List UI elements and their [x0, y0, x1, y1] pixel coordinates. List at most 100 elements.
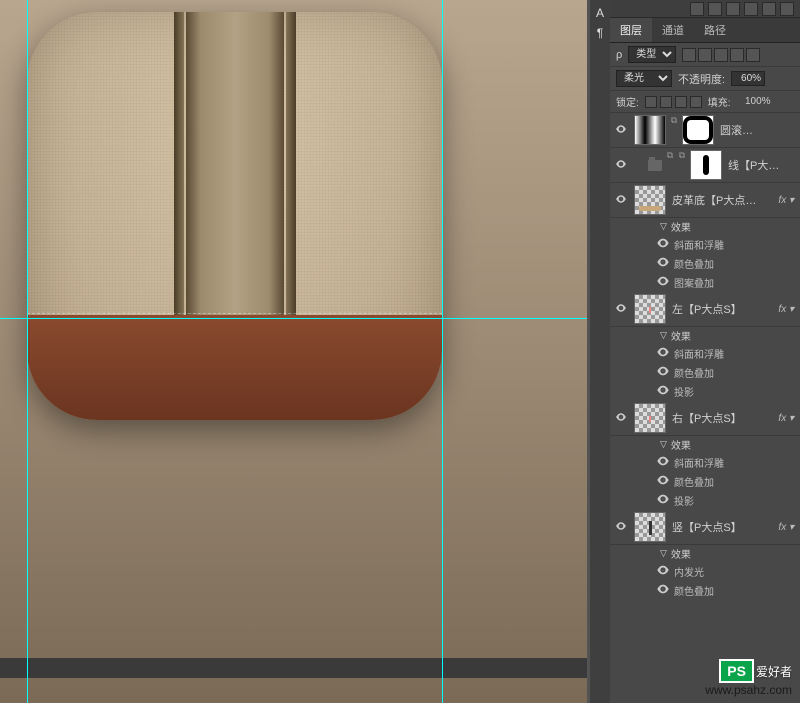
- layer-name[interactable]: 竖【P大点S】: [670, 519, 774, 535]
- canvas[interactable]: [0, 0, 587, 703]
- paragraph-icon[interactable]: ¶: [597, 26, 603, 40]
- fx-item[interactable]: 颜色叠加: [674, 583, 714, 598]
- filter-pixel-icon[interactable]: [682, 48, 696, 62]
- visibility-icon[interactable]: [615, 520, 627, 532]
- filter-shape-icon[interactable]: [730, 48, 744, 62]
- layer-name[interactable]: 右【P大点S】: [670, 410, 774, 426]
- guide-vertical-right[interactable]: [442, 0, 443, 703]
- adjust-icon[interactable]: [744, 2, 758, 16]
- visibility-icon[interactable]: [656, 274, 670, 288]
- right-panel: 图层 通道 路径 ρ 类型 柔光 不透明度: 60% 锁: [610, 0, 800, 703]
- layer-name[interactable]: 左【P大点S】: [670, 301, 774, 317]
- fill-value[interactable]: 100%: [737, 96, 771, 107]
- visibility-icon[interactable]: [656, 383, 670, 397]
- link-icon: ⧉: [678, 150, 686, 180]
- visibility-icon[interactable]: [656, 582, 670, 596]
- visibility-icon[interactable]: [656, 563, 670, 577]
- visibility-icon[interactable]: [656, 364, 670, 378]
- layer-row[interactable]: 右【P大点S】 fx ▾: [610, 401, 800, 436]
- visibility-icon[interactable]: [615, 123, 627, 135]
- opacity-label: 不透明度:: [678, 71, 725, 87]
- lock-transparent-icon[interactable]: [645, 96, 657, 108]
- layer-row[interactable]: 左【P大点S】 fx ▾: [610, 292, 800, 327]
- fx-item[interactable]: 内发光: [674, 564, 704, 579]
- lock-all-icon[interactable]: [690, 96, 702, 108]
- visibility-icon[interactable]: [615, 158, 627, 170]
- fx-item[interactable]: 斜面和浮雕: [674, 455, 724, 470]
- visibility-icon[interactable]: [656, 236, 670, 250]
- visibility-icon[interactable]: [656, 255, 670, 269]
- fx-badge[interactable]: fx ▾: [778, 304, 798, 315]
- visibility-icon[interactable]: [656, 345, 670, 359]
- adjust-icon[interactable]: [690, 2, 704, 16]
- search-icon[interactable]: ρ: [616, 49, 622, 61]
- layer-name[interactable]: 皮革底【P大点…: [670, 192, 774, 208]
- layer-row[interactable]: 皮革底【P大点… fx ▾: [610, 183, 800, 218]
- fx-item[interactable]: 投影: [674, 493, 694, 508]
- visibility-icon[interactable]: [615, 302, 627, 314]
- tab-paths[interactable]: 路径: [694, 18, 736, 42]
- artwork-icon: [27, 12, 442, 420]
- fx-item[interactable]: 颜色叠加: [674, 474, 714, 489]
- lock-pixels-icon[interactable]: [660, 96, 672, 108]
- guide-horizontal[interactable]: [0, 318, 587, 319]
- lock-label: 锁定:: [616, 94, 639, 109]
- layer-row[interactable]: 竖【P大点S】 fx ▾: [610, 510, 800, 545]
- panel-tabs: 图层 通道 路径: [610, 18, 800, 43]
- artwork-leather: [27, 315, 442, 420]
- fx-item[interactable]: 颜色叠加: [674, 256, 714, 271]
- layer-thumb[interactable]: [634, 294, 666, 324]
- layer-name[interactable]: 线【P大…: [726, 157, 798, 173]
- options-strip: A ¶: [590, 0, 610, 703]
- adjust-icon[interactable]: [726, 2, 740, 16]
- filter-smart-icon[interactable]: [746, 48, 760, 62]
- adjust-icon[interactable]: [780, 2, 794, 16]
- fx-item[interactable]: 斜面和浮雕: [674, 346, 724, 361]
- adjust-icon[interactable]: [708, 2, 722, 16]
- layer-row[interactable]: ⧉ 圆滚…: [610, 113, 800, 148]
- layer-thumb[interactable]: [634, 403, 666, 433]
- filter-type-icon[interactable]: [714, 48, 728, 62]
- adjust-icon[interactable]: [762, 2, 776, 16]
- fx-header[interactable]: 效果: [671, 219, 691, 234]
- fx-header[interactable]: 效果: [671, 546, 691, 561]
- adjustments-bar: [610, 0, 800, 18]
- layers-list[interactable]: ⧉圆滚…⧉⧉线【P大…皮革底【P大点…fx ▾▽效果斜面和浮雕颜色叠加图案叠加左…: [610, 113, 800, 703]
- blend-row: 柔光 不透明度: 60%: [610, 67, 800, 91]
- watermark: PS 爱好者 www.psahz.com: [705, 659, 792, 697]
- tab-channels[interactable]: 通道: [652, 18, 694, 42]
- visibility-icon[interactable]: [656, 492, 670, 506]
- artwork-spine: [186, 12, 284, 317]
- tab-layers[interactable]: 图层: [610, 18, 652, 42]
- layer-thumb[interactable]: [634, 512, 666, 542]
- layer-thumb[interactable]: [634, 185, 666, 215]
- visibility-icon[interactable]: [615, 411, 627, 423]
- fx-header[interactable]: 效果: [671, 328, 691, 343]
- link-icon: ⧉: [670, 115, 678, 145]
- fx-item[interactable]: 投影: [674, 384, 694, 399]
- fx-item[interactable]: 颜色叠加: [674, 365, 714, 380]
- filter-adjust-icon[interactable]: [698, 48, 712, 62]
- fx-item[interactable]: 图案叠加: [674, 275, 714, 290]
- guide-vertical-left[interactable]: [27, 0, 28, 703]
- mask-thumb[interactable]: [682, 115, 714, 145]
- opacity-value[interactable]: 60%: [731, 71, 765, 86]
- lock-position-icon[interactable]: [675, 96, 687, 108]
- mask-thumb[interactable]: [690, 150, 722, 180]
- visibility-icon[interactable]: [656, 454, 670, 468]
- layer-name[interactable]: 圆滚…: [718, 122, 798, 138]
- fx-list: ▽效果斜面和浮雕颜色叠加图案叠加: [610, 218, 800, 292]
- visibility-icon[interactable]: [656, 473, 670, 487]
- visibility-icon[interactable]: [615, 193, 627, 205]
- fx-header[interactable]: 效果: [671, 437, 691, 452]
- fx-badge[interactable]: fx ▾: [778, 195, 798, 206]
- layer-thumb[interactable]: [634, 115, 666, 145]
- fx-list: ▽效果斜面和浮雕颜色叠加投影: [610, 327, 800, 401]
- fx-badge[interactable]: fx ▾: [778, 413, 798, 424]
- layer-row[interactable]: ⧉⧉线【P大…: [610, 148, 800, 183]
- fx-item[interactable]: 斜面和浮雕: [674, 237, 724, 252]
- font-icon[interactable]: A: [596, 6, 604, 20]
- filter-type-select[interactable]: 类型: [628, 46, 676, 63]
- blend-mode-select[interactable]: 柔光: [616, 70, 672, 87]
- fx-badge[interactable]: fx ▾: [778, 522, 798, 533]
